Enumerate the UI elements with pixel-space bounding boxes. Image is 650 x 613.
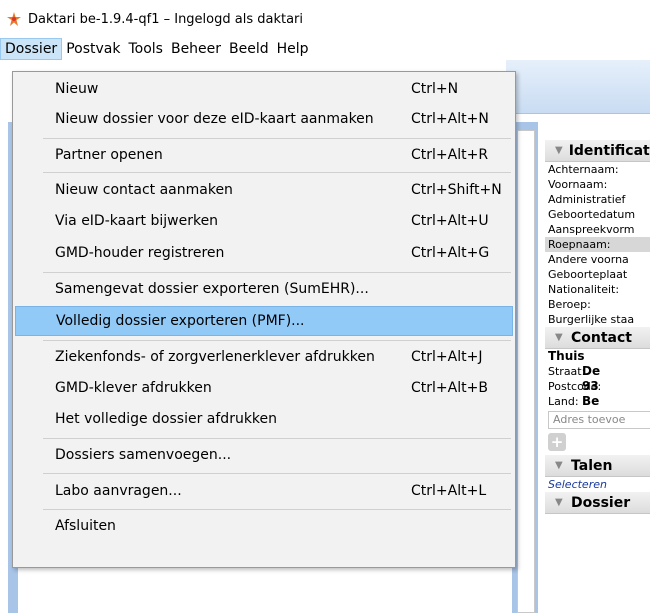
plus-icon: + xyxy=(550,433,564,451)
menu-item-label: Het volledige dossier afdrukken xyxy=(55,411,278,427)
identificatie-header[interactable]: ▼ Identificatie xyxy=(545,140,650,162)
address-row-postcode: Postcode: 93 xyxy=(545,379,650,394)
title-bar: Daktari be-1.9.4-qf1 – Ingelogd als dakt… xyxy=(0,0,650,38)
menu-bar: Dossier Postvak Tools Beheer Beeld Help xyxy=(0,38,650,60)
patient-side-panel: ▼ Identificatie Achternaam: Voornaam: Ad… xyxy=(545,140,650,613)
menu-help[interactable]: Help xyxy=(273,38,313,60)
collapse-chevron-icon: ▼ xyxy=(555,145,563,156)
field-roepnaam: Roepnaam: xyxy=(545,237,650,252)
menu-item-shortcut: Ctrl+Alt+R xyxy=(411,147,489,163)
field-geboorteplaats: Geboorteplaat xyxy=(548,268,628,281)
menu-item-shortcut: Ctrl+Alt+B xyxy=(411,380,488,396)
menu-item-label: GMD-klever afdrukken xyxy=(55,380,212,396)
section-title: Dossier xyxy=(571,494,631,511)
address-value: Be xyxy=(582,394,600,408)
menu-separator xyxy=(43,172,511,173)
daktari-logo-icon xyxy=(7,12,21,26)
menu-item-nieuw[interactable]: Nieuw Ctrl+N xyxy=(15,74,513,104)
address-row-land: Land: Be xyxy=(545,394,650,409)
menu-item-eid-bijwerken[interactable]: Via eID-kaart bijwerken Ctrl+Alt+U xyxy=(15,206,513,236)
menu-separator xyxy=(43,438,511,439)
menu-item-shortcut: Ctrl+N xyxy=(411,81,459,97)
menu-item-label: Labo aanvragen... xyxy=(55,483,182,499)
field-andere-voornamen: Andere voorna xyxy=(548,253,629,266)
menu-item-shortcut: Ctrl+Alt+J xyxy=(411,349,483,365)
talen-header[interactable]: ▼ Talen xyxy=(545,455,650,477)
address-value: De xyxy=(582,364,601,378)
window-title: Daktari be-1.9.4-qf1 – Ingelogd als dakt… xyxy=(28,11,304,27)
menu-item-partner-openen[interactable]: Partner openen Ctrl+Alt+R xyxy=(15,140,513,170)
contact-header[interactable]: ▼ Contact xyxy=(545,327,650,349)
menu-item-label: Nieuw dossier voor deze eID-kaart aanmak… xyxy=(55,111,374,127)
menu-item-gmd-klever[interactable]: GMD-klever afdrukken Ctrl+Alt+B xyxy=(15,373,513,403)
field-nationaliteit: Nationaliteit: xyxy=(548,283,620,296)
collapse-chevron-icon: ▼ xyxy=(555,332,563,343)
menu-item-label: Volledig dossier exporteren (PMF)... xyxy=(56,313,305,329)
field-beroep: Beroep: xyxy=(548,298,591,311)
menu-item-label: GMD-houder registreren xyxy=(55,245,225,261)
menu-tools[interactable]: Tools xyxy=(124,38,167,60)
splitter-handle[interactable] xyxy=(517,130,535,613)
menu-separator xyxy=(43,138,511,139)
menu-item-label: Afsluiten xyxy=(55,518,116,534)
dossier-dropdown-menu: Nieuw Ctrl+N Nieuw dossier voor deze eID… xyxy=(12,71,516,568)
menu-item-nieuw-contact[interactable]: Nieuw contact aanmaken Ctrl+Shift+N xyxy=(15,175,513,205)
menu-item-shortcut: Ctrl+Shift+N xyxy=(411,182,502,198)
field-geboortedatum: Geboortedatum xyxy=(548,208,636,221)
collapse-chevron-icon: ▼ xyxy=(555,460,563,471)
address-row-straat: Straat: De xyxy=(545,364,650,379)
talen-select-link[interactable]: Selecteren xyxy=(545,477,650,492)
menu-item-dossier-afdrukken[interactable]: Het volledige dossier afdrukken xyxy=(15,404,513,434)
section-title: Contact xyxy=(571,329,632,346)
menu-item-label: Partner openen xyxy=(55,147,163,163)
add-address-input[interactable]: Adres toevoe xyxy=(548,411,650,429)
menu-item-shortcut: Ctrl+Alt+U xyxy=(411,213,489,229)
menu-item-nieuw-eid-dossier[interactable]: Nieuw dossier voor deze eID-kaart aanmak… xyxy=(15,104,513,134)
menu-separator xyxy=(43,272,511,273)
menu-item-shortcut: Ctrl+Alt+G xyxy=(411,245,490,261)
menu-postvak[interactable]: Postvak xyxy=(62,38,124,60)
menu-item-label: Ziekenfonds- of zorgverlenerklever afdru… xyxy=(55,349,375,365)
address-key: Postcode: xyxy=(548,380,602,393)
menu-item-labo-aanvragen[interactable]: Labo aanvragen... Ctrl+Alt+L xyxy=(15,476,513,506)
menu-item-label: Dossiers samenvoegen... xyxy=(55,447,232,463)
menu-item-pmf-export[interactable]: Volledig dossier exporteren (PMF)... xyxy=(15,306,513,336)
collapse-chevron-icon: ▼ xyxy=(555,497,563,508)
field-administratief: Administratief xyxy=(548,193,626,206)
menu-item-afsluiten[interactable]: Afsluiten xyxy=(15,511,513,541)
contact-group-thuis: Thuis xyxy=(548,349,585,363)
menu-dossier[interactable]: Dossier xyxy=(0,38,63,60)
add-contact-button[interactable]: + xyxy=(548,433,566,451)
menu-item-label: Via eID-kaart bijwerken xyxy=(55,213,219,229)
menu-item-klever-afdrukken[interactable]: Ziekenfonds- of zorgverlenerklever afdru… xyxy=(15,342,513,372)
menu-beheer[interactable]: Beheer xyxy=(167,38,225,60)
menu-separator xyxy=(43,509,511,510)
field-achternaam: Achternaam: xyxy=(548,163,619,176)
menu-item-gmd-houder[interactable]: GMD-houder registreren Ctrl+Alt+G xyxy=(15,238,513,268)
menu-separator xyxy=(43,473,511,474)
section-title: Identificatie xyxy=(568,142,650,159)
address-key: Straat: xyxy=(548,365,586,378)
menu-item-label: Nieuw contact aanmaken xyxy=(55,182,233,198)
address-key: Land: xyxy=(548,395,579,408)
menu-item-shortcut: Ctrl+Alt+L xyxy=(411,483,487,499)
menu-item-dossiers-samenvoegen[interactable]: Dossiers samenvoegen... xyxy=(15,440,513,470)
menu-item-label: Samengevat dossier exporteren (SumEHR)..… xyxy=(55,281,369,297)
toolbar-band xyxy=(506,60,650,114)
address-value: 93 xyxy=(582,379,599,393)
menu-beeld[interactable]: Beeld xyxy=(225,38,273,60)
menu-item-sumehr-export[interactable]: Samengevat dossier exporteren (SumEHR)..… xyxy=(15,274,513,304)
menu-item-shortcut: Ctrl+Alt+N xyxy=(411,111,489,127)
field-voornaam: Voornaam: xyxy=(548,178,608,191)
section-title: Talen xyxy=(571,457,613,474)
menu-separator xyxy=(43,340,511,341)
menu-item-label: Nieuw xyxy=(55,81,99,97)
field-aanspreekvorm: Aanspreekvorm xyxy=(548,223,635,236)
field-burgerlijke-staat: Burgerlijke staa xyxy=(548,313,635,326)
dossier-header[interactable]: ▼ Dossier xyxy=(545,492,650,514)
